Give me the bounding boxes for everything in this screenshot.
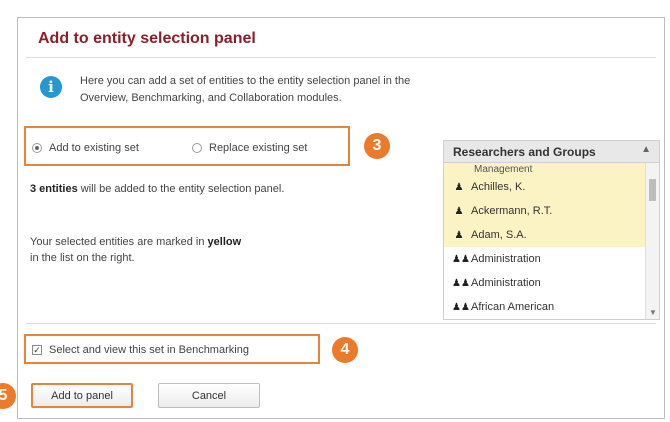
person-icon: ♟ <box>454 229 464 241</box>
panel-scrollbar[interactable]: ▼ <box>645 163 659 319</box>
list-item-label: Ackermann, R.T. <box>471 205 553 217</box>
chevron-up-icon[interactable]: ▲ <box>641 144 651 155</box>
benchmark-label: Select and view this set in Benchmarking <box>49 344 249 356</box>
researchers-groups-panel: Researchers and Groups ▲ Management ♟ Ac… <box>443 140 660 320</box>
list-item-label: Administration <box>471 253 541 265</box>
info-text: Here you can add a set of entities to th… <box>80 73 520 107</box>
radio-replace-label: Replace existing set <box>209 142 308 154</box>
step-badge-4: 4 <box>332 337 358 363</box>
list-item-label: Administration <box>471 277 541 289</box>
dialog-title: Add to entity selection panel <box>38 30 256 47</box>
cancel-button[interactable]: Cancel <box>158 383 260 408</box>
info-icon: i <box>40 76 62 98</box>
footer-divider <box>26 323 656 324</box>
selected-hint-color: yellow <box>207 236 242 248</box>
set-mode-group: Add to existing set Replace existing set <box>24 126 350 166</box>
info-line-2: Overview, Benchmarking, and Collaboratio… <box>80 92 342 104</box>
scrollbar-thumb[interactable] <box>649 179 656 201</box>
title-divider <box>26 57 656 58</box>
info-line-1: Here you can add a set of entities to th… <box>80 75 411 87</box>
scroll-down-icon[interactable]: ▼ <box>649 308 657 317</box>
group-icon: ♟♟ <box>452 253 470 265</box>
entities-count-rest: will be added to the entity selection pa… <box>80 183 285 195</box>
list-item[interactable]: ♟ Adam, S.A. <box>444 223 647 247</box>
radio-add-label: Add to existing set <box>49 142 139 154</box>
person-icon: ♟ <box>454 181 464 193</box>
list-item-label: Achilles, K. <box>471 181 526 193</box>
radio-button[interactable] <box>192 143 202 153</box>
radio-add-to-existing[interactable]: Add to existing set <box>32 142 139 154</box>
list-item-partial[interactable]: Management <box>444 163 647 175</box>
selected-hint: Your selected entities are marked in yel… <box>30 234 330 266</box>
panel-title: Researchers and Groups <box>453 145 596 159</box>
list-item-label: Adam, S.A. <box>471 229 527 241</box>
list-item[interactable]: ♟ Ackermann, R.T. <box>444 199 647 223</box>
group-icon: ♟♟ <box>452 301 470 313</box>
step-badge-3: 3 <box>364 133 390 159</box>
selected-hint-prefix: Your selected entities are marked in <box>30 236 205 248</box>
benchmark-option-group: ✓ Select and view this set in Benchmarki… <box>24 334 320 364</box>
entity-list: Management ♟ Achilles, K. ♟ Ackermann, R… <box>444 163 647 319</box>
entities-count-text: 3 entities will be added to the entity s… <box>30 183 284 195</box>
benchmark-checkbox[interactable]: ✓ <box>32 345 42 355</box>
panel-header[interactable]: Researchers and Groups ▲ <box>444 141 659 163</box>
list-item[interactable]: ♟♟ Administration <box>444 247 647 271</box>
person-icon: ♟ <box>454 205 464 217</box>
list-item-label: Management <box>474 164 533 175</box>
radio-replace-existing[interactable]: Replace existing set <box>192 142 307 154</box>
step-badge-5: 5 <box>0 383 16 409</box>
entities-count: 3 entities <box>30 183 78 195</box>
list-item[interactable]: ♟ Achilles, K. <box>444 175 647 199</box>
benchmark-checkbox-row[interactable]: ✓ Select and view this set in Benchmarki… <box>32 344 249 356</box>
group-icon: ♟♟ <box>452 277 470 289</box>
list-item[interactable]: ♟♟ African American <box>444 295 647 319</box>
selected-hint-line2: in the list on the right. <box>30 252 135 264</box>
list-item-label: African American <box>471 301 555 313</box>
add-to-panel-button[interactable]: Add to panel <box>31 383 133 408</box>
radio-button-selected[interactable] <box>32 143 42 153</box>
list-item[interactable]: ♟♟ Administration <box>444 271 647 295</box>
